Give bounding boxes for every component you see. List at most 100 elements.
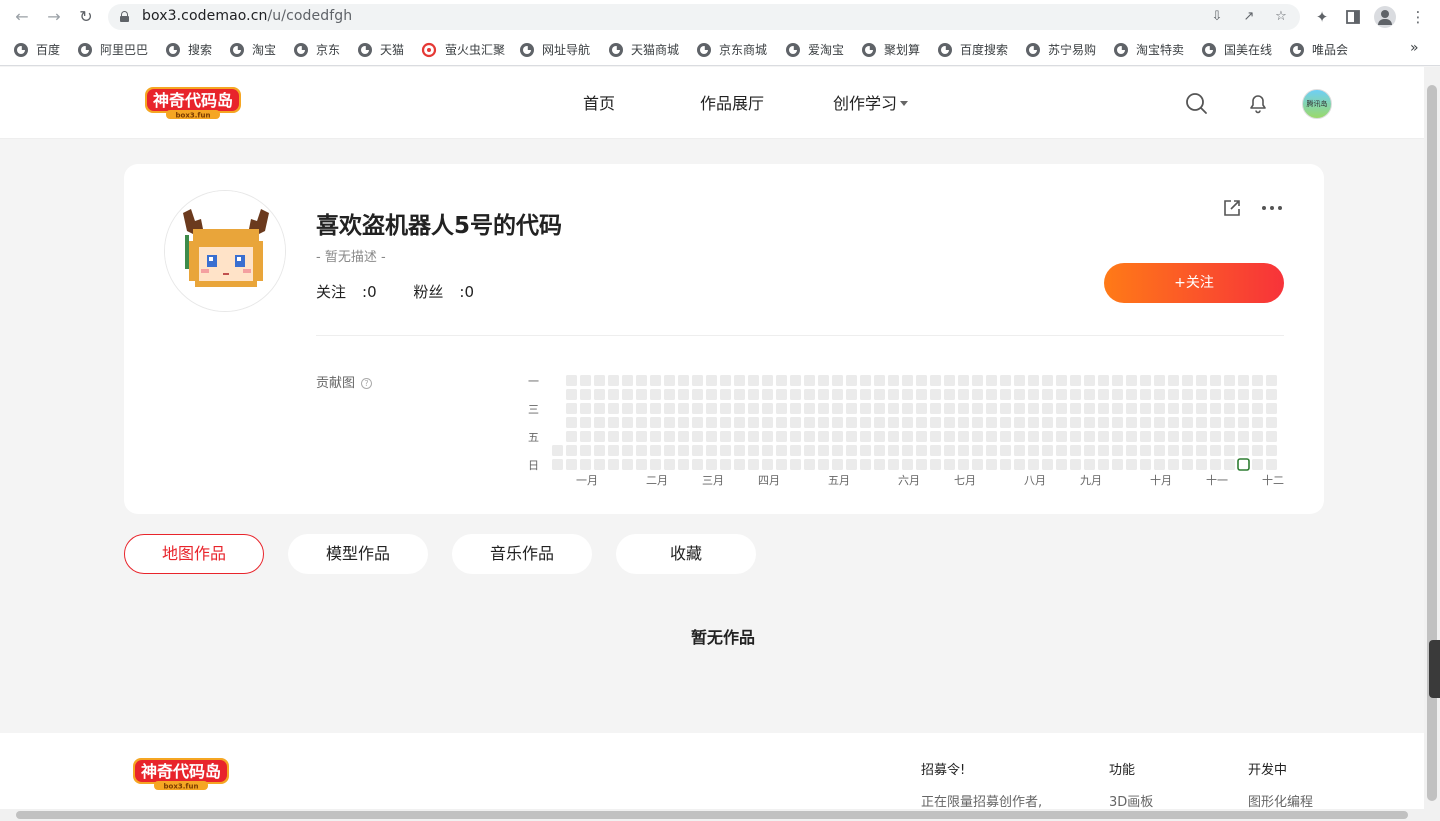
contribution-cell[interactable] bbox=[1140, 389, 1151, 400]
contribution-cell[interactable] bbox=[986, 375, 997, 386]
contribution-cell[interactable] bbox=[720, 403, 731, 414]
contribution-cell[interactable] bbox=[734, 459, 745, 470]
contribution-cell[interactable] bbox=[958, 403, 969, 414]
contribution-cell[interactable] bbox=[888, 445, 899, 456]
contribution-cell[interactable] bbox=[1238, 375, 1249, 386]
contribution-cell[interactable] bbox=[692, 459, 703, 470]
menu-kebab-icon[interactable]: ⋮ bbox=[1408, 7, 1428, 27]
contribution-cell[interactable] bbox=[1252, 431, 1263, 442]
contribution-cell[interactable] bbox=[1042, 403, 1053, 414]
contribution-cell[interactable] bbox=[1000, 375, 1011, 386]
contribution-cell[interactable] bbox=[664, 459, 675, 470]
contribution-cell[interactable] bbox=[790, 445, 801, 456]
contribution-cell[interactable] bbox=[902, 459, 913, 470]
contribution-cell[interactable] bbox=[664, 403, 675, 414]
contribution-cell[interactable] bbox=[720, 375, 731, 386]
contribution-cell[interactable] bbox=[594, 375, 605, 386]
contribution-cell[interactable] bbox=[1140, 459, 1151, 470]
contribution-cell[interactable] bbox=[650, 389, 661, 400]
contribution-cell[interactable] bbox=[916, 403, 927, 414]
contribution-cell[interactable] bbox=[804, 459, 815, 470]
contribution-cell[interactable] bbox=[622, 417, 633, 428]
contribution-cell[interactable] bbox=[636, 389, 647, 400]
contribution-cell[interactable] bbox=[608, 375, 619, 386]
contribution-cell[interactable] bbox=[1084, 431, 1095, 442]
contribution-cell[interactable] bbox=[762, 389, 773, 400]
tab-favorites[interactable]: 收藏 bbox=[616, 534, 756, 574]
contribution-cell[interactable] bbox=[1000, 389, 1011, 400]
contribution-cell[interactable] bbox=[860, 403, 871, 414]
contribution-cell[interactable] bbox=[1098, 445, 1109, 456]
contribution-cell[interactable] bbox=[734, 417, 745, 428]
tab-model-works[interactable]: 模型作品 bbox=[288, 534, 428, 574]
nav-learn[interactable]: 创作学习 bbox=[833, 90, 909, 114]
contribution-cell[interactable] bbox=[930, 417, 941, 428]
contribution-cell[interactable] bbox=[762, 459, 773, 470]
contribution-cell[interactable] bbox=[608, 389, 619, 400]
contribution-cell[interactable] bbox=[1042, 445, 1053, 456]
contribution-cell[interactable] bbox=[1252, 417, 1263, 428]
contribution-cell[interactable] bbox=[1028, 389, 1039, 400]
contribution-cell[interactable] bbox=[972, 445, 983, 456]
contribution-cell[interactable] bbox=[1210, 375, 1221, 386]
contribution-cell[interactable] bbox=[1070, 375, 1081, 386]
contribution-cell[interactable] bbox=[594, 445, 605, 456]
contribution-cell[interactable] bbox=[1266, 389, 1277, 400]
contribution-cell[interactable] bbox=[790, 459, 801, 470]
contribution-cell[interactable] bbox=[580, 389, 591, 400]
contribution-cell[interactable] bbox=[636, 403, 647, 414]
contribution-cell[interactable] bbox=[720, 417, 731, 428]
contribution-cell[interactable] bbox=[1084, 403, 1095, 414]
bookmark-item[interactable]: 百度 bbox=[14, 41, 60, 59]
nav-home[interactable]: 首页 bbox=[583, 90, 615, 114]
contribution-cell[interactable] bbox=[1252, 403, 1263, 414]
contribution-cell[interactable] bbox=[748, 459, 759, 470]
contribution-cell[interactable] bbox=[944, 375, 955, 386]
bookmark-item[interactable]: 爱淘宝 bbox=[786, 41, 844, 59]
follow-button[interactable]: +关注 bbox=[1104, 263, 1284, 303]
contribution-cell[interactable] bbox=[832, 389, 843, 400]
contribution-cell[interactable] bbox=[1182, 417, 1193, 428]
contribution-cell[interactable] bbox=[608, 417, 619, 428]
user-avatar[interactable]: 腾讯岛 bbox=[1302, 89, 1332, 119]
contribution-cell[interactable] bbox=[692, 431, 703, 442]
contribution-cell[interactable] bbox=[1140, 431, 1151, 442]
contribution-cell[interactable] bbox=[846, 459, 857, 470]
contribution-cell[interactable] bbox=[958, 431, 969, 442]
contribution-cell[interactable] bbox=[930, 445, 941, 456]
contribution-cell[interactable] bbox=[1084, 417, 1095, 428]
contribution-cell[interactable] bbox=[874, 389, 885, 400]
contribution-cell[interactable] bbox=[1182, 375, 1193, 386]
contribution-cell[interactable] bbox=[1042, 431, 1053, 442]
contribution-cell[interactable] bbox=[790, 431, 801, 442]
contribution-cell[interactable] bbox=[706, 389, 717, 400]
contribution-cell[interactable] bbox=[1224, 375, 1235, 386]
address-bar[interactable]: box3.codemao.cn/u/codedfgh ⇩ ↗ ☆ bbox=[108, 4, 1300, 30]
contribution-cell[interactable] bbox=[1028, 417, 1039, 428]
bookmark-item[interactable]: 萤火虫汇聚 bbox=[421, 41, 505, 59]
contribution-cell[interactable] bbox=[874, 431, 885, 442]
back-icon[interactable]: ← bbox=[12, 7, 32, 27]
contribution-cell[interactable] bbox=[692, 389, 703, 400]
nav-gallery[interactable]: 作品展厅 bbox=[700, 90, 764, 114]
contribution-cell[interactable] bbox=[720, 459, 731, 470]
bookmark-item[interactable]: 阿里巴巴 bbox=[78, 41, 148, 59]
contribution-cell[interactable] bbox=[1098, 389, 1109, 400]
contribution-cell[interactable] bbox=[650, 403, 661, 414]
contribution-cell[interactable] bbox=[1168, 375, 1179, 386]
contribution-cell[interactable] bbox=[622, 445, 633, 456]
contribution-cell[interactable] bbox=[720, 431, 731, 442]
contribution-cell[interactable] bbox=[944, 459, 955, 470]
contribution-cell[interactable] bbox=[1112, 403, 1123, 414]
contribution-cell[interactable] bbox=[958, 417, 969, 428]
search-icon[interactable] bbox=[1184, 91, 1208, 115]
contribution-cell[interactable] bbox=[762, 445, 773, 456]
contribution-cell[interactable] bbox=[846, 375, 857, 386]
contribution-cell[interactable] bbox=[636, 417, 647, 428]
bookmark-item[interactable]: 淘宝 bbox=[230, 41, 276, 59]
contribution-cell[interactable] bbox=[1210, 431, 1221, 442]
contribution-cell[interactable] bbox=[636, 375, 647, 386]
contribution-cell[interactable] bbox=[566, 459, 577, 470]
contribution-cell[interactable] bbox=[580, 431, 591, 442]
contribution-cell[interactable] bbox=[818, 417, 829, 428]
